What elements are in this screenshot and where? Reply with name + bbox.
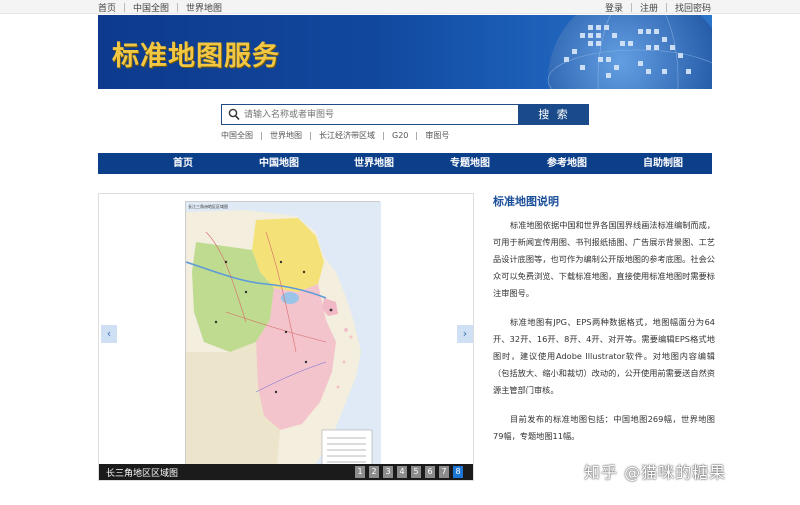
info-heading: 标准地图说明 xyxy=(493,195,559,208)
watermark: 知乎 @猫咪的糖果 xyxy=(584,463,727,482)
divider xyxy=(177,3,179,12)
info-paragraph: 标准地图有JPG、EPS两种数据格式，地图幅面分为64开、32开、16开、8开、… xyxy=(493,317,715,395)
divider xyxy=(416,131,418,140)
slider-prev-button[interactable]: ‹ xyxy=(101,325,117,343)
nav-item-thematic-map[interactable]: 专题地图 xyxy=(450,153,490,174)
divider xyxy=(261,131,262,140)
divider xyxy=(630,3,632,12)
page-button[interactable]: 6 xyxy=(425,466,435,478)
search-box xyxy=(221,104,519,125)
divider xyxy=(124,3,126,12)
top-left-links: 首页 中国全图 世界地图 xyxy=(98,1,222,14)
top-link-home[interactable]: 首页 xyxy=(98,1,116,14)
slider-next-button[interactable]: › xyxy=(457,325,473,343)
info-paragraph: 标准地图依据中国和世界各国国界线画法标准编制而成，可用于新闻宣传用图、书刊报纸插… xyxy=(493,220,715,298)
page-button[interactable]: 5 xyxy=(411,466,421,478)
divider xyxy=(665,3,667,12)
info-panel: 标准地图说明 标准地图依据中国和世界各国国界线画法标准编制而成，可用于新闻宣传用… xyxy=(493,193,715,457)
info-paragraph: 目前发布的标准地图包括：中国地图269幅，世界地图79幅，专题地图11幅。 xyxy=(493,414,715,441)
globe-icon xyxy=(547,15,712,89)
top-bar: 首页 中国全图 世界地图 登录 注册 找回密码 xyxy=(0,0,800,14)
page-button[interactable]: 4 xyxy=(397,466,407,478)
nav-item-reference-map[interactable]: 参考地图 xyxy=(547,153,587,174)
quick-link-world-map[interactable]: 世界地图 xyxy=(270,130,302,141)
nav-item-world-map[interactable]: 世界地图 xyxy=(354,153,394,174)
main-nav: 首页 中国地图 世界地图 专题地图 参考地图 自助制图 xyxy=(98,153,712,174)
quick-link-g20[interactable]: G20 xyxy=(392,131,408,140)
page-button-active[interactable]: 8 xyxy=(453,466,463,478)
page-button[interactable]: 1 xyxy=(355,466,365,478)
quick-links: 中国全图 世界地图 长江经济带区域 G20 审图号 xyxy=(221,130,449,141)
slider-pager: 1 2 3 4 5 6 7 8 xyxy=(355,466,467,478)
region-map-graphic xyxy=(185,202,381,477)
divider xyxy=(310,131,311,140)
map-title: 长江三角洲地区区域图 xyxy=(188,204,228,209)
register-link[interactable]: 注册 xyxy=(640,1,658,14)
header-banner: 标准地图服务 xyxy=(98,15,712,89)
slider-caption: 长三角地区区域图 xyxy=(106,469,179,479)
login-link[interactable]: 登录 xyxy=(605,1,623,14)
search-button[interactable]: 搜 索 xyxy=(519,104,589,125)
page-button[interactable]: 7 xyxy=(439,466,449,478)
top-link-china-map[interactable]: 中国全图 xyxy=(133,1,169,14)
search-icon xyxy=(228,108,240,121)
map-image[interactable]: 长江三角洲地区区域图 xyxy=(185,201,381,477)
page-button[interactable]: 2 xyxy=(369,466,379,478)
nav-item-china-map[interactable]: 中国地图 xyxy=(259,153,299,174)
quick-link-yangtze-belt[interactable]: 长江经济带区域 xyxy=(319,130,375,141)
map-slider: 长江三角洲地区区域图 ‹ › 长三角地区区域图 1 2 3 4 5 6 7 8 xyxy=(98,193,474,481)
site-title: 标准地图服务 xyxy=(112,41,280,72)
page-button[interactable]: 3 xyxy=(383,466,393,478)
divider xyxy=(383,131,384,140)
chevron-left-icon: ‹ xyxy=(106,327,112,340)
quick-link-china-map[interactable]: 中国全图 xyxy=(221,130,253,141)
nav-item-home[interactable]: 首页 xyxy=(173,153,193,174)
reset-password-link[interactable]: 找回密码 xyxy=(675,1,711,14)
slider-caption-bar: 长三角地区区域图 1 2 3 4 5 6 7 8 xyxy=(99,464,473,480)
top-right-links: 登录 注册 找回密码 xyxy=(605,1,711,14)
top-link-world-map[interactable]: 世界地图 xyxy=(186,1,222,14)
quick-link-review-number[interactable]: 审图号 xyxy=(425,130,449,141)
search-input[interactable] xyxy=(244,107,514,122)
chevron-right-icon: › xyxy=(462,327,468,340)
nav-item-custom-map[interactable]: 自助制图 xyxy=(643,153,683,174)
